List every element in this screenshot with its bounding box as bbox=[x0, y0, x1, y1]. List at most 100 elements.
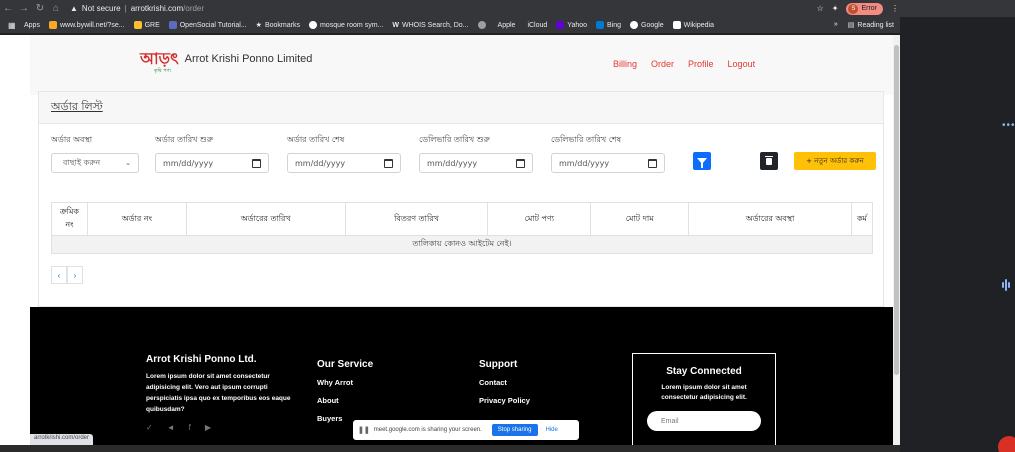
col-serial[interactable]: ক্রমিক নং bbox=[51, 202, 88, 236]
screen-share-bar: ❚❚ meet.google.com is sharing your scree… bbox=[353, 420, 579, 440]
url-path: /order bbox=[183, 4, 205, 13]
bookmark-item[interactable]: Yahoo bbox=[556, 21, 587, 29]
bookmark-item[interactable]: iCloud bbox=[524, 22, 547, 29]
col-order-date[interactable]: অর্ডারের তারিখ bbox=[185, 202, 346, 236]
footer-link-why-arrot[interactable]: Why Arrot bbox=[317, 378, 373, 387]
facebook-icon[interactable]: f bbox=[189, 423, 191, 432]
extensions-icon[interactable]: ✦ bbox=[832, 4, 839, 13]
bookmark-item[interactable]: Wikipedia bbox=[672, 21, 714, 29]
back-arrow-icon[interactable]: ← bbox=[0, 1, 16, 17]
status-select[interactable]: বাছাই করুন ⌄ bbox=[51, 153, 139, 173]
reload-icon[interactable]: ↻ bbox=[32, 1, 48, 17]
apps-grid-icon: ▦ bbox=[8, 20, 16, 30]
email-field[interactable]: Email bbox=[647, 411, 761, 431]
calendar-icon[interactable] bbox=[252, 158, 261, 168]
bookmark-item[interactable]: W WHOIS Search, Do... bbox=[392, 22, 468, 29]
telegram-icon[interactable]: ◄ bbox=[167, 423, 175, 432]
avatar: S bbox=[848, 3, 859, 14]
profile-button[interactable]: S Error bbox=[846, 2, 883, 15]
trash-icon bbox=[765, 155, 773, 165]
meet-dots-icon: ••• bbox=[1002, 120, 1015, 131]
logo-mark: আড়ৎ bbox=[140, 49, 179, 68]
top-navigation: Billing Order Profile Logout bbox=[613, 59, 755, 69]
empty-table-message: তালিকায় কোনও আইটেম নেই। bbox=[51, 235, 873, 254]
col-order-no[interactable]: অর্ডার নং bbox=[86, 202, 187, 236]
footer-support-title: Support bbox=[479, 359, 518, 370]
footer-service-title: Our Service bbox=[317, 359, 374, 370]
security-label: Not secure bbox=[81, 4, 121, 13]
table-row: তালিকায় কোনও আইটেম নেই। bbox=[51, 235, 873, 254]
home-icon[interactable]: ⌂ bbox=[48, 1, 64, 17]
stay-connected-title: Stay Connected bbox=[666, 366, 742, 377]
bookmark-item[interactable]: mosque room sym... bbox=[308, 21, 383, 29]
site-logo[interactable]: আড়ৎ কৃষি পণ্য Arrot Krishi Ponno Limite… bbox=[140, 49, 313, 75]
bookmark-item[interactable]: Bing bbox=[596, 21, 621, 29]
order-end-date-input[interactable]: mm/dd/yyyy bbox=[287, 153, 401, 173]
calendar-icon[interactable] bbox=[384, 158, 393, 168]
delivery-start-date-input[interactable]: mm/dd/yyyy bbox=[419, 153, 533, 173]
order-start-label: অর্ডার তারিখ শুরু bbox=[155, 135, 213, 144]
url-host: arrotkrishi.com bbox=[130, 4, 184, 13]
page-title: অর্ডার লিস্ট bbox=[51, 100, 103, 113]
audio-level-icon bbox=[1002, 278, 1012, 292]
brand-name: Arrot Krishi Ponno Limited bbox=[184, 53, 313, 65]
address-bar[interactable]: ▲ Not secure | arrotkrishi.com/order bbox=[70, 4, 204, 13]
bookmark-star-icon[interactable]: ☆ bbox=[817, 4, 824, 13]
pagination: ‹ › bbox=[51, 266, 83, 284]
bookmarks-overflow[interactable]: » bbox=[834, 21, 838, 29]
calendar-icon[interactable] bbox=[516, 158, 525, 168]
page-scrollbar[interactable] bbox=[893, 35, 900, 445]
filter-row: অর্ডার অবস্থা বাছাই করুন ⌄ অর্ডার তারিখ … bbox=[51, 134, 881, 184]
bookmark-item[interactable]: Apple bbox=[495, 22, 516, 29]
clear-filters-button[interactable] bbox=[760, 152, 778, 170]
nav-logout[interactable]: Logout bbox=[728, 59, 756, 69]
calendar-icon[interactable] bbox=[648, 158, 657, 168]
stay-connected-box: Stay Connected Lorem ipsum dolor sit ame… bbox=[632, 353, 776, 445]
col-delivery-date[interactable]: বিতরণ তারিখ bbox=[344, 202, 489, 236]
stay-connected-text: Lorem ipsum dolor sit amet consectetur a… bbox=[661, 384, 747, 401]
footer-link-about[interactable]: About bbox=[317, 396, 373, 405]
forward-arrow-icon[interactable]: → bbox=[16, 1, 32, 17]
bookmark-item[interactable]: www.bywill.net/?se... bbox=[48, 21, 125, 29]
twitter-icon[interactable]: ✓ bbox=[146, 423, 153, 432]
bookmark-item[interactable]: ★ Bookmarks bbox=[256, 21, 300, 30]
new-order-button[interactable]: + নতুন অর্ডার করুন bbox=[794, 152, 876, 170]
nav-order[interactable]: Order bbox=[651, 59, 674, 69]
social-links: ✓ ◄ f ▶ bbox=[146, 423, 296, 432]
youtube-icon[interactable]: ▶ bbox=[205, 423, 211, 432]
footer-support: Support Contact Privacy Policy bbox=[479, 359, 530, 414]
footer-link-privacy[interactable]: Privacy Policy bbox=[479, 396, 530, 405]
delivery-end-date-input[interactable]: mm/dd/yyyy bbox=[551, 153, 665, 173]
bookmark-item[interactable]: Apps bbox=[24, 22, 40, 29]
orders-table: ক্রমিক নং অর্ডার নং অর্ডারের তারিখ বিতরণ… bbox=[51, 202, 874, 254]
footer-link-contact[interactable]: Contact bbox=[479, 378, 530, 387]
col-action: কর্ম bbox=[850, 202, 874, 236]
delivery-start-label: ডেলিভারি তারিখ শুরু bbox=[419, 135, 490, 144]
meet-mic-bubble[interactable] bbox=[998, 436, 1015, 452]
meet-side-panel bbox=[900, 17, 1015, 452]
bookmark-item[interactable] bbox=[477, 21, 486, 29]
stop-sharing-button[interactable]: Stop sharing bbox=[491, 424, 538, 436]
col-order-status[interactable]: অর্ডারের অবস্থা bbox=[688, 202, 852, 236]
bookmark-item[interactable]: OpenSocial Tutorial... bbox=[168, 21, 247, 29]
order-end-label: অর্ডার তারিখ শেষ bbox=[287, 135, 345, 144]
bookmark-item[interactable]: GRE bbox=[133, 21, 160, 29]
reading-list-button[interactable]: ▤ Reading list bbox=[848, 21, 894, 30]
footer-company-text: Lorem ipsum dolor sit amet consectetur a… bbox=[146, 373, 291, 413]
menu-dots-icon[interactable]: ⋮ bbox=[891, 4, 899, 13]
prev-page-button[interactable]: ‹ bbox=[51, 266, 67, 284]
browser-toolbar: ← → ↻ ⌂ ▲ Not secure | arrotkrishi.com/o… bbox=[0, 0, 1015, 17]
next-page-button[interactable]: › bbox=[67, 266, 83, 284]
nav-profile[interactable]: Profile bbox=[688, 59, 714, 69]
bookmark-item[interactable]: Google bbox=[630, 21, 664, 29]
hide-share-bar-button[interactable]: Hide bbox=[546, 427, 558, 433]
taskbar bbox=[0, 445, 900, 452]
col-total-products[interactable]: মোট পণ্য bbox=[487, 202, 592, 236]
order-start-date-input[interactable]: mm/dd/yyyy bbox=[155, 153, 269, 173]
pause-icon: ❚❚ bbox=[358, 427, 370, 434]
order-list-card: অর্ডার লিস্ট অর্ডার অবস্থা বাছাই করুন ⌄ … bbox=[38, 91, 884, 307]
profile-status-label: Error bbox=[861, 5, 877, 12]
col-total-price[interactable]: মোট দাম bbox=[590, 202, 690, 236]
filter-button[interactable] bbox=[693, 152, 711, 170]
nav-billing[interactable]: Billing bbox=[613, 59, 637, 69]
